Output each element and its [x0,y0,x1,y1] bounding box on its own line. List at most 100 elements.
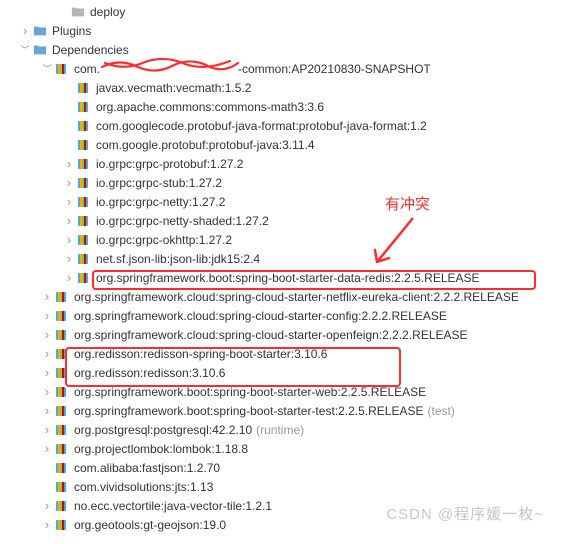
label: Dependencies [52,43,129,57]
chevron-right-icon[interactable] [40,498,54,513]
tree-row[interactable]: com.google.protobuf:protobuf-java:3.11.4 [0,135,562,154]
library-icon [54,422,70,438]
tree-row[interactable]: com.vividsolutions:jts:1.13 [0,477,562,496]
label: com.alibaba:fastjson:1.2.70 [74,461,220,475]
tree-row[interactable]: org.springframework.boot:spring-boot-sta… [0,401,562,420]
tree-row[interactable]: io.grpc:grpc-okhttp:1.27.2 [0,230,562,249]
tree-row[interactable]: org.projectlombok:lombok:1.18.8 [0,439,562,458]
scope-note: (test) [428,404,455,418]
label: no.ecc.vectortile:java-vector-tile:1.2.1 [74,499,272,513]
chevron-right-icon[interactable] [62,194,76,209]
label: Plugins [52,24,91,38]
label: org.springframework.cloud:spring-cloud-s… [74,290,519,304]
tree-row[interactable]: org.springframework.cloud:spring-cloud-s… [0,287,562,306]
label: org.postgresql:postgresql:42.2.10 [74,423,252,437]
chevron-right-icon[interactable] [40,403,54,418]
label: org.springframework.boot:spring-boot-sta… [74,404,424,418]
library-icon [54,327,70,343]
label: io.grpc:grpc-netty-shaded:1.27.2 [96,214,269,228]
tree-row[interactable]: org.apache.commons:commons-math3:3.6 [0,97,562,116]
chevron-right-icon[interactable] [40,441,54,456]
library-icon [54,308,70,324]
tree-row[interactable]: javax.vecmath:vecmath:1.5.2 [0,78,562,97]
tree-row-dependencies[interactable]: Dependencies [0,40,562,59]
label: org.redisson:redisson-spring-boot-starte… [74,347,327,361]
chevron-right-icon[interactable] [40,327,54,342]
label: com.googlecode.protobuf-java-format:prot… [96,119,427,133]
folder-icon [32,23,48,39]
tree-row[interactable]: io.grpc:grpc-stub:1.27.2 [0,173,562,192]
chevron-right-icon[interactable] [40,384,54,399]
library-icon [76,175,92,191]
library-icon [76,80,92,96]
tree-row[interactable]: org.redisson:redisson:3.10.6 [0,363,562,382]
library-icon [76,118,92,134]
library-icon [76,194,92,210]
folder-icon [32,42,48,58]
chevron-right-icon[interactable] [62,175,76,190]
tree-row[interactable]: com.alibaba:fastjson:1.2.70 [0,458,562,477]
chevron-right-icon[interactable] [40,346,54,361]
tree-row-root[interactable]: com.xxxxxxxxxxxxxxxxxxxxxxx-common:AP202… [0,59,562,78]
chevron-right-icon[interactable] [40,517,54,532]
library-icon [54,479,70,495]
label: com.vividsolutions:jts:1.13 [74,480,213,494]
tree-row-plugins[interactable]: Plugins [0,21,562,40]
tree-row[interactable]: net.sf.json-lib:json-lib:jdk15:2.4 [0,249,562,268]
tree-row[interactable]: no.ecc.vectortile:java-vector-tile:1.2.1 [0,496,562,515]
tree-row[interactable]: org.springframework.boot:spring-boot-sta… [0,382,562,401]
label: com.xxxxxxxxxxxxxxxxxxxxxxx-common:AP202… [74,62,431,76]
library-icon [76,137,92,153]
tree-row[interactable]: org.springframework.cloud:spring-cloud-s… [0,306,562,325]
tree-row-deploy[interactable]: deploy [0,2,562,21]
library-icon [54,498,70,514]
library-icon [54,403,70,419]
chevron-right-icon[interactable] [40,422,54,437]
library-icon [54,441,70,457]
library-icon [54,384,70,400]
label: org.springframework.boot:spring-boot-sta… [74,385,426,399]
tree-row[interactable]: org.springframework.boot:spring-boot-sta… [0,268,562,287]
library-icon [76,251,92,267]
chevron-right-icon[interactable] [40,308,54,323]
tree-row[interactable]: io.grpc:grpc-netty-shaded:1.27.2 [0,211,562,230]
label: javax.vecmath:vecmath:1.5.2 [96,81,251,95]
chevron-right-icon[interactable] [62,213,76,228]
label: org.apache.commons:commons-math3:3.6 [96,100,324,114]
chevron-right-icon[interactable] [62,156,76,171]
tree-row[interactable]: org.redisson:redisson-spring-boot-starte… [0,344,562,363]
label: io.grpc:grpc-netty:1.27.2 [96,195,225,209]
dependency-tree: deploy Plugins Dependencies com.xxxxxxxx… [0,0,562,536]
tree-row[interactable]: io.grpc:grpc-netty:1.27.2 [0,192,562,211]
tree-row[interactable]: com.googlecode.protobuf-java-format:prot… [0,116,562,135]
chevron-right-icon[interactable] [62,270,76,285]
library-icon [54,365,70,381]
library-icon [76,213,92,229]
library-icon [54,346,70,362]
label: io.grpc:grpc-okhttp:1.27.2 [96,233,232,247]
library-icon [76,270,92,286]
label: org.geotools:gt-geojson:19.0 [74,518,226,532]
chevron-right-icon[interactable] [18,23,32,38]
label: org.redisson:redisson:3.10.6 [74,366,225,380]
tree-row[interactable]: org.springframework.cloud:spring-cloud-s… [0,325,562,344]
chevron-right-icon[interactable] [40,289,54,304]
folder-icon [70,4,86,20]
chevron-right-icon[interactable] [62,251,76,266]
library-icon [76,156,92,172]
chevron-down-icon[interactable] [40,62,54,75]
tree-row[interactable]: org.geotools:gt-geojson:19.0 [0,515,562,534]
scope-note: (runtime) [256,423,304,437]
chevron-right-icon[interactable] [62,232,76,247]
chevron-down-icon[interactable] [18,43,32,56]
chevron-right-icon[interactable] [40,365,54,380]
tree-row[interactable]: org.postgresql:postgresql:42.2.10 (runtim… [0,420,562,439]
label: org.springframework.cloud:spring-cloud-s… [74,309,447,323]
label: com.google.protobuf:protobuf-java:3.11.4 [96,138,315,152]
library-icon [76,232,92,248]
library-icon [76,99,92,115]
label: org.springframework.boot:spring-boot-sta… [96,271,480,285]
label: io.grpc:grpc-protobuf:1.27.2 [96,157,243,171]
label: deploy [90,5,125,19]
tree-row[interactable]: io.grpc:grpc-protobuf:1.27.2 [0,154,562,173]
